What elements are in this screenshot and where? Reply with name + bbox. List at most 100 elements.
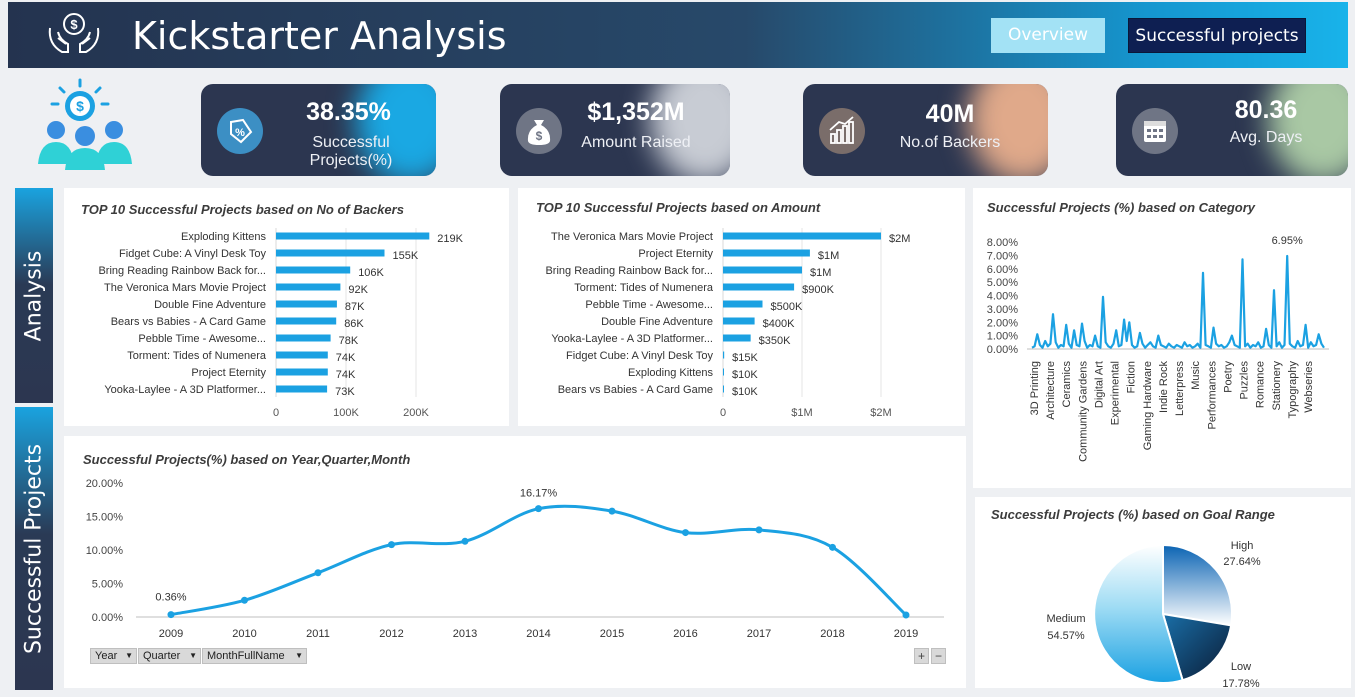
bar	[276, 317, 337, 325]
collapse-button[interactable]: −	[931, 648, 946, 664]
side-tab-successful-projects[interactable]: Successful Projects	[15, 407, 53, 690]
y-tick-label: 8.00%	[987, 237, 1018, 249]
y-tick-label: 1.00%	[987, 331, 1018, 343]
header-banner: $ Kickstarter Analysis Overview Successf…	[8, 2, 1348, 68]
chart-title: Successful Projects (%) based on Goal Ra…	[991, 507, 1275, 522]
bar	[276, 368, 328, 376]
slice-value-label: 27.64%	[1223, 556, 1261, 568]
svg-text:%: %	[235, 127, 245, 139]
year-slicer[interactable]: Year	[90, 648, 137, 664]
side-tab-label: Successful Projects	[21, 443, 47, 654]
month-slicer[interactable]: MonthFullName	[202, 648, 307, 664]
svg-text:$: $	[70, 17, 78, 32]
y-tick-label: 20.00%	[86, 478, 124, 490]
data-label: 16.17%	[520, 488, 558, 500]
x-tick-label: Indie Rock	[1158, 361, 1170, 413]
side-tab-label: Analysis	[21, 250, 47, 341]
panel-goal: Successful Projects (%) based on Goal Ra…	[975, 497, 1351, 690]
x-tick-label: 3D Printing	[1029, 361, 1041, 415]
x-tick-label: Fiction	[1126, 361, 1138, 393]
bar	[276, 249, 385, 257]
category-label: Pebble Time - Awesome...	[585, 299, 713, 311]
x-tick-label: Poetry	[1222, 361, 1234, 393]
chart-title: Successful Projects (%) based on Categor…	[987, 200, 1256, 215]
x-tick-label: Typography	[1287, 361, 1299, 419]
data-point	[829, 543, 836, 551]
y-tick-label: 6.00%	[987, 264, 1018, 276]
x-tick-label: Puzzles	[1239, 361, 1251, 400]
x-tick-label: $1M	[791, 407, 812, 419]
bar-chart-icon	[819, 108, 865, 154]
slice-name-label: Medium	[1046, 613, 1085, 625]
category-label: The Veronica Mars Movie Project	[551, 231, 713, 243]
x-tick-label: Performances	[1206, 361, 1218, 430]
category-label: Yooka-Laylee - A 3D Platformer...	[551, 333, 713, 345]
y-tick-label: 10.00%	[86, 545, 124, 557]
bar	[276, 351, 328, 359]
kpi-card-amount-raised: $ $1,352M Amount Raised	[500, 84, 730, 176]
data-label: 73K	[335, 386, 355, 398]
category-label: Project Eternity	[191, 367, 266, 379]
chart-title: Successful Projects(%) based on Year,Qua…	[83, 452, 411, 467]
chart-title: TOP 10 Successful Projects based on Amou…	[536, 200, 821, 215]
x-tick-label: Romance	[1255, 361, 1267, 408]
slice-name-label: Low	[1231, 661, 1251, 673]
data-label: $900K	[802, 284, 834, 296]
svg-text:$: $	[76, 98, 84, 114]
x-tick-label: Gaming Hardware	[1142, 361, 1154, 450]
category-label: Yooka-Laylee - A 3D Platformer...	[104, 384, 266, 396]
money-bag-icon: $	[516, 108, 562, 154]
data-point	[167, 611, 175, 619]
data-point	[902, 611, 910, 619]
bar	[723, 232, 881, 240]
x-tick-label: 2013	[453, 628, 477, 640]
kpi-card-success-rate: % 38.35% Successful Projects(%)	[201, 84, 436, 176]
x-tick-label: 2019	[894, 628, 918, 640]
x-tick-label: 2014	[526, 628, 550, 640]
x-tick-label: Architecture	[1045, 361, 1057, 420]
expand-button[interactable]: +	[914, 648, 929, 664]
price-tag-percent-icon: %	[217, 108, 263, 154]
x-tick-label: Letterpress	[1174, 361, 1186, 417]
data-point	[388, 541, 395, 549]
category-label: Project Eternity	[638, 248, 713, 260]
x-tick-label: Stationery	[1271, 361, 1283, 411]
x-tick-label: Digital Art	[1093, 361, 1105, 408]
data-label: $1M	[810, 267, 831, 279]
x-tick-label: 2017	[747, 628, 771, 640]
category-label: Exploding Kittens	[181, 231, 266, 243]
data-label: 92K	[348, 284, 368, 296]
bar	[723, 351, 725, 359]
x-tick-label: 2010	[232, 628, 256, 640]
panel-amount: TOP 10 Successful Projects based on Amou…	[518, 188, 965, 426]
bar	[723, 334, 751, 342]
data-label: $350K	[759, 335, 791, 347]
x-tick-label: 2016	[673, 628, 697, 640]
data-label: 106K	[358, 267, 384, 279]
x-tick-label: Community Gardens	[1077, 361, 1089, 462]
calendar-icon	[1132, 108, 1178, 154]
data-label: 87K	[345, 301, 365, 313]
category-label: Exploding Kittens	[628, 367, 713, 379]
data-label: $10K	[732, 386, 758, 398]
successful-projects-button[interactable]: Successful projects	[1128, 18, 1306, 53]
bar	[723, 249, 810, 257]
x-tick-label: Music	[1190, 361, 1202, 390]
data-label: 155K	[393, 250, 419, 262]
x-tick-label: 2009	[159, 628, 183, 640]
x-tick-label: $2M	[870, 407, 891, 419]
hands-money-icon: $	[48, 13, 100, 53]
category-label: Torment: Tides of Numenera	[574, 282, 714, 294]
data-point	[461, 537, 469, 545]
side-tab-analysis[interactable]: Analysis	[15, 188, 53, 403]
data-point	[755, 526, 763, 534]
data-label: 86K	[344, 318, 364, 330]
data-label: 0.36%	[155, 592, 186, 604]
slice-value-label: 17.78%	[1222, 678, 1260, 688]
bar	[276, 300, 337, 308]
category-label: Double Fine Adventure	[601, 316, 713, 328]
category-label: Fidget Cube: A Vinyl Desk Toy	[119, 248, 266, 260]
panel-category: Successful Projects (%) based on Categor…	[973, 188, 1351, 488]
quarter-slicer[interactable]: Quarter	[138, 648, 201, 664]
overview-button[interactable]: Overview	[991, 18, 1105, 53]
